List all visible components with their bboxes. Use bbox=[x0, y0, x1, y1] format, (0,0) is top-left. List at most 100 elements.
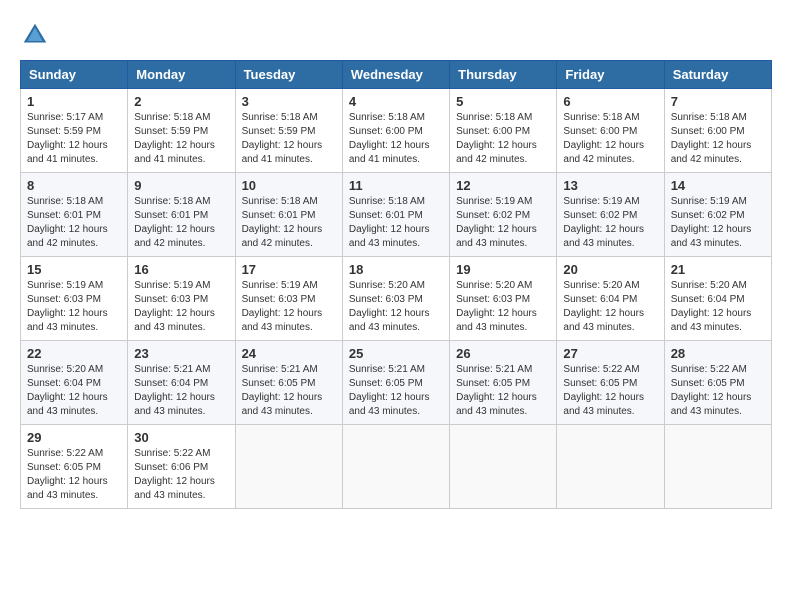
day-number: 4 bbox=[349, 94, 443, 109]
calendar-week-1: 1Sunrise: 5:17 AMSunset: 5:59 PMDaylight… bbox=[21, 89, 772, 173]
day-number: 26 bbox=[456, 346, 550, 361]
calendar-cell: 25Sunrise: 5:21 AMSunset: 6:05 PMDayligh… bbox=[342, 341, 449, 425]
day-number: 22 bbox=[27, 346, 121, 361]
day-info: Sunrise: 5:22 AMSunset: 6:05 PMDaylight:… bbox=[563, 363, 657, 419]
day-number: 16 bbox=[134, 262, 228, 277]
day-info: Sunrise: 5:21 AMSunset: 6:05 PMDaylight:… bbox=[349, 363, 443, 419]
calendar-week-2: 8 Sunrise: 5:18 AMSunset: 6:01 PMDaylight… bbox=[21, 173, 772, 257]
calendar-cell: 12 Sunrise: 5:19 AMSunset: 6:02 PMDayligh… bbox=[450, 173, 557, 257]
day-info: Sunrise: 5:20 AMSunset: 6:03 PMDaylight:… bbox=[456, 279, 550, 335]
calendar-cell: 3 Sunrise: 5:18 AMSunset: 5:59 PMDaylight… bbox=[235, 89, 342, 173]
calendar-cell bbox=[342, 425, 449, 509]
calendar-table: SundayMondayTuesdayWednesdayThursdayFrid… bbox=[20, 60, 772, 509]
day-info: Sunrise: 5:20 AMSunset: 6:04 PMDaylight:… bbox=[671, 279, 765, 335]
day-number: 30 bbox=[134, 430, 228, 445]
day-info: Sunrise: 5:19 AMSunset: 6:03 PMDaylight:… bbox=[27, 279, 121, 335]
day-number: 15 bbox=[27, 262, 121, 277]
calendar-header-friday: Friday bbox=[557, 61, 664, 89]
day-info: Sunrise: 5:19 AMSunset: 6:03 PMDaylight:… bbox=[242, 279, 336, 335]
day-info: Sunrise: 5:18 AMSunset: 5:59 PMDaylight:… bbox=[242, 111, 336, 167]
day-number: 8 bbox=[27, 178, 121, 193]
page-header bbox=[20, 20, 772, 50]
calendar-cell: 24 Sunrise: 5:21 AMSunset: 6:05 PMDayligh… bbox=[235, 341, 342, 425]
day-info: Sunrise: 5:22 AMSunset: 6:06 PMDaylight:… bbox=[134, 447, 228, 503]
calendar-cell: 19 Sunrise: 5:20 AMSunset: 6:03 PMDayligh… bbox=[450, 257, 557, 341]
day-number: 19 bbox=[456, 262, 550, 277]
day-info: Sunrise: 5:18 AMSunset: 6:01 PMDaylight:… bbox=[242, 195, 336, 251]
calendar-cell: 29 Sunrise: 5:22 AMSunset: 6:05 PMDayligh… bbox=[21, 425, 128, 509]
day-number: 11 bbox=[349, 178, 443, 193]
calendar-header-row: SundayMondayTuesdayWednesdayThursdayFrid… bbox=[21, 61, 772, 89]
calendar-header-monday: Monday bbox=[128, 61, 235, 89]
day-number: 21 bbox=[671, 262, 765, 277]
calendar-cell: 20 Sunrise: 5:20 AMSunset: 6:04 PMDayligh… bbox=[557, 257, 664, 341]
day-info: Sunrise: 5:18 AMSunset: 6:00 PMDaylight:… bbox=[671, 111, 765, 167]
calendar-week-3: 15 Sunrise: 5:19 AMSunset: 6:03 PMDayligh… bbox=[21, 257, 772, 341]
day-number: 9 bbox=[134, 178, 228, 193]
calendar-cell: 27 Sunrise: 5:22 AMSunset: 6:05 PMDayligh… bbox=[557, 341, 664, 425]
calendar-cell: 21 Sunrise: 5:20 AMSunset: 6:04 PMDayligh… bbox=[664, 257, 771, 341]
day-number: 28 bbox=[671, 346, 765, 361]
day-info: Sunrise: 5:21 AMSunset: 6:04 PMDaylight:… bbox=[134, 363, 228, 419]
calendar-cell: 14Sunrise: 5:19 AMSunset: 6:02 PMDayligh… bbox=[664, 173, 771, 257]
day-number: 2 bbox=[134, 94, 228, 109]
day-number: 6 bbox=[563, 94, 657, 109]
calendar-cell: 11 Sunrise: 5:18 AMSunset: 6:01 PMDayligh… bbox=[342, 173, 449, 257]
day-info: Sunrise: 5:18 AMSunset: 6:00 PMDaylight:… bbox=[456, 111, 550, 167]
day-info: Sunrise: 5:20 AMSunset: 6:04 PMDaylight:… bbox=[563, 279, 657, 335]
calendar-cell: 30 Sunrise: 5:22 AMSunset: 6:06 PMDayligh… bbox=[128, 425, 235, 509]
calendar-cell: 13 Sunrise: 5:19 AMSunset: 6:02 PMDayligh… bbox=[557, 173, 664, 257]
day-info: Sunrise: 5:20 AMSunset: 6:03 PMDaylight:… bbox=[349, 279, 443, 335]
calendar-cell: 22 Sunrise: 5:20 AMSunset: 6:04 PMDayligh… bbox=[21, 341, 128, 425]
day-info: Sunrise: 5:19 AMSunset: 6:02 PMDaylight:… bbox=[671, 195, 765, 251]
calendar-cell bbox=[557, 425, 664, 509]
logo bbox=[20, 20, 56, 50]
day-number: 3 bbox=[242, 94, 336, 109]
calendar-cell: 6 Sunrise: 5:18 AMSunset: 6:00 PMDaylight… bbox=[557, 89, 664, 173]
calendar-cell: 23Sunrise: 5:21 AMSunset: 6:04 PMDayligh… bbox=[128, 341, 235, 425]
calendar-header-saturday: Saturday bbox=[664, 61, 771, 89]
calendar-cell: 26 Sunrise: 5:21 AMSunset: 6:05 PMDayligh… bbox=[450, 341, 557, 425]
calendar-cell: 2 Sunrise: 5:18 AMSunset: 5:59 PMDaylight… bbox=[128, 89, 235, 173]
day-info: Sunrise: 5:19 AMSunset: 6:02 PMDaylight:… bbox=[456, 195, 550, 251]
day-number: 24 bbox=[242, 346, 336, 361]
day-number: 20 bbox=[563, 262, 657, 277]
day-number: 10 bbox=[242, 178, 336, 193]
calendar-cell bbox=[235, 425, 342, 509]
day-info: Sunrise: 5:22 AMSunset: 6:05 PMDaylight:… bbox=[671, 363, 765, 419]
day-info: Sunrise: 5:21 AMSunset: 6:05 PMDaylight:… bbox=[242, 363, 336, 419]
day-number: 17 bbox=[242, 262, 336, 277]
calendar-cell: 7 Sunrise: 5:18 AMSunset: 6:00 PMDaylight… bbox=[664, 89, 771, 173]
day-info: Sunrise: 5:18 AMSunset: 6:01 PMDaylight:… bbox=[349, 195, 443, 251]
day-info: Sunrise: 5:18 AMSunset: 6:01 PMDaylight:… bbox=[134, 195, 228, 251]
day-number: 18 bbox=[349, 262, 443, 277]
day-info: Sunrise: 5:18 AMSunset: 6:00 PMDaylight:… bbox=[349, 111, 443, 167]
calendar-cell: 9 Sunrise: 5:18 AMSunset: 6:01 PMDaylight… bbox=[128, 173, 235, 257]
calendar-cell: 17 Sunrise: 5:19 AMSunset: 6:03 PMDayligh… bbox=[235, 257, 342, 341]
day-number: 27 bbox=[563, 346, 657, 361]
calendar-cell: 28 Sunrise: 5:22 AMSunset: 6:05 PMDayligh… bbox=[664, 341, 771, 425]
day-info: Sunrise: 5:20 AMSunset: 6:04 PMDaylight:… bbox=[27, 363, 121, 419]
calendar-header-thursday: Thursday bbox=[450, 61, 557, 89]
calendar-cell: 15 Sunrise: 5:19 AMSunset: 6:03 PMDayligh… bbox=[21, 257, 128, 341]
calendar-header-sunday: Sunday bbox=[21, 61, 128, 89]
day-info: Sunrise: 5:19 AMSunset: 6:03 PMDaylight:… bbox=[134, 279, 228, 335]
day-number: 13 bbox=[563, 178, 657, 193]
day-info: Sunrise: 5:18 AMSunset: 5:59 PMDaylight:… bbox=[134, 111, 228, 167]
day-number: 7 bbox=[671, 94, 765, 109]
day-number: 1 bbox=[27, 94, 121, 109]
day-info: Sunrise: 5:19 AMSunset: 6:02 PMDaylight:… bbox=[563, 195, 657, 251]
calendar-cell: 18 Sunrise: 5:20 AMSunset: 6:03 PMDayligh… bbox=[342, 257, 449, 341]
day-number: 12 bbox=[456, 178, 550, 193]
calendar-week-5: 29 Sunrise: 5:22 AMSunset: 6:05 PMDayligh… bbox=[21, 425, 772, 509]
day-info: Sunrise: 5:18 AMSunset: 6:00 PMDaylight:… bbox=[563, 111, 657, 167]
day-number: 29 bbox=[27, 430, 121, 445]
day-info: Sunrise: 5:21 AMSunset: 6:05 PMDaylight:… bbox=[456, 363, 550, 419]
day-info: Sunrise: 5:22 AMSunset: 6:05 PMDaylight:… bbox=[27, 447, 121, 503]
calendar-cell bbox=[664, 425, 771, 509]
calendar-header-wednesday: Wednesday bbox=[342, 61, 449, 89]
calendar-cell: 4 Sunrise: 5:18 AMSunset: 6:00 PMDaylight… bbox=[342, 89, 449, 173]
day-number: 5 bbox=[456, 94, 550, 109]
day-info: Sunrise: 5:18 AMSunset: 6:01 PMDaylight:… bbox=[27, 195, 121, 251]
calendar-cell: 1Sunrise: 5:17 AMSunset: 5:59 PMDaylight… bbox=[21, 89, 128, 173]
